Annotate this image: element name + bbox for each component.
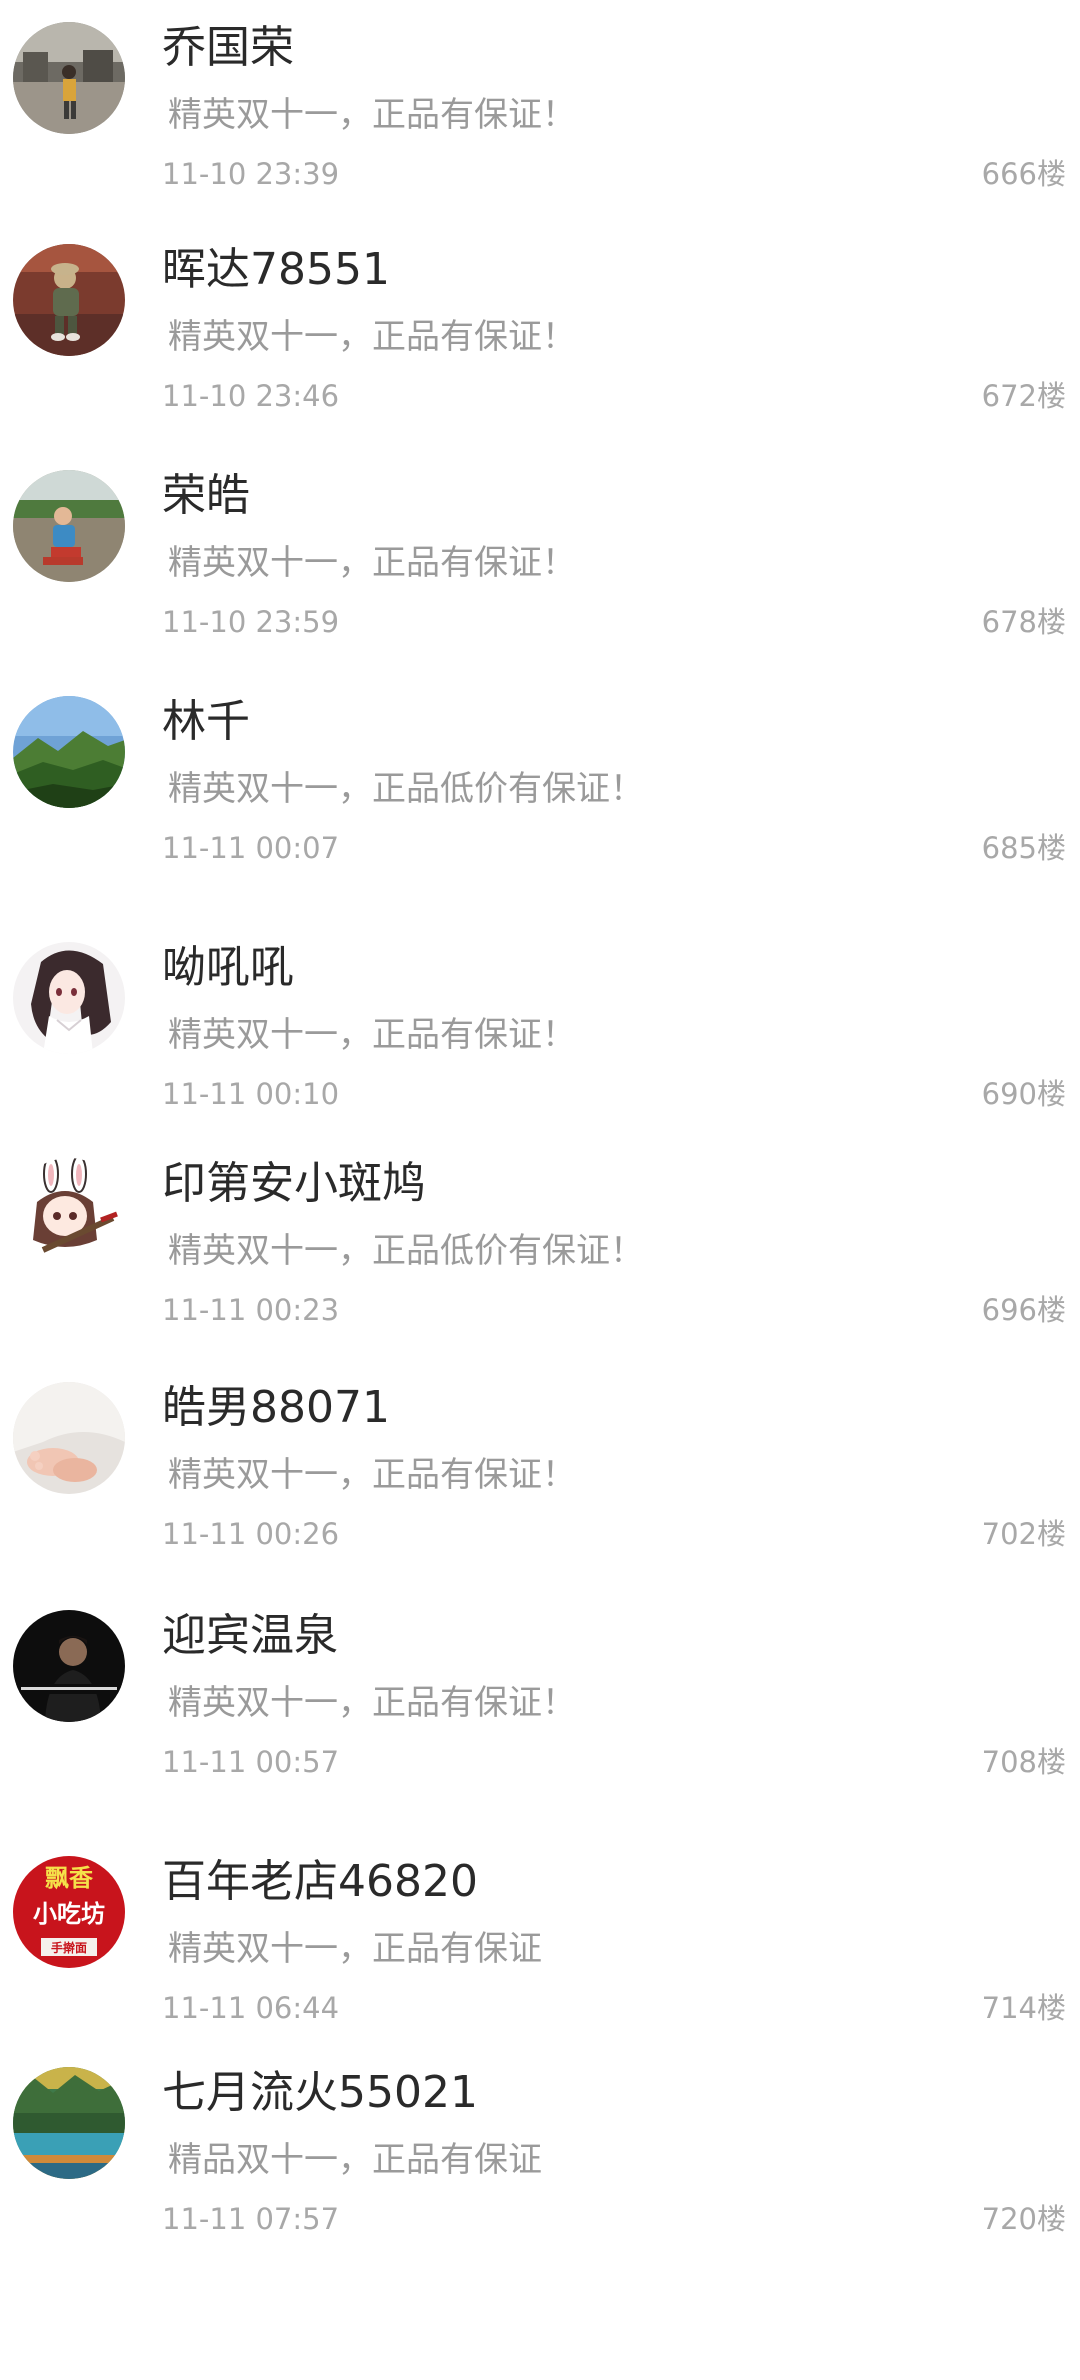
avatar[interactable] (13, 1158, 125, 1270)
username[interactable]: 乔国荣 (162, 18, 294, 78)
avatar[interactable] (13, 942, 125, 1054)
comment-text: 精英双十一，正品有保证！ (168, 1683, 576, 1723)
comment-text: 精品双十一，正品有保证 (168, 2140, 542, 2180)
username[interactable]: 林千 (162, 692, 250, 752)
mountain-landscape-icon (13, 696, 125, 808)
red-shop-sign-icon: 飘香 小吃坊 手擀面 (13, 1856, 125, 1968)
timestamp: 11-11 07:57 (162, 2202, 340, 2236)
avatar[interactable] (13, 22, 125, 134)
timestamp: 11-11 00:23 (162, 1293, 340, 1327)
username[interactable]: 皓男88071 (162, 1378, 390, 1438)
timestamp: 11-11 00:57 (162, 1745, 340, 1779)
floor-number: 672楼 (981, 379, 1066, 413)
timestamp: 11-11 00:10 (162, 1077, 340, 1111)
timestamp: 11-10 23:59 (162, 605, 340, 639)
avatar[interactable] (13, 244, 125, 356)
timestamp: 11-11 00:07 (162, 831, 340, 865)
anime-girl-icon (13, 942, 125, 1054)
username[interactable]: 荣皓 (162, 466, 250, 526)
comment-text: 精英双十一，正品有保证！ (168, 317, 576, 357)
username[interactable]: 晖达78551 (162, 240, 390, 300)
username[interactable]: 百年老店46820 (162, 1852, 478, 1912)
floor-number: 678楼 (981, 605, 1066, 639)
comment-item[interactable]: 印第安小斑鸠 精英双十一，正品低价有保证！ 11-11 00:23 696楼 (0, 1136, 1080, 1336)
person-standing-photo-icon (13, 22, 125, 134)
comment-item[interactable]: 呦吼吼 精英双十一，正品有保证！ 11-11 00:10 690楼 (0, 920, 1080, 1120)
comment-item[interactable]: 荣皓 精英双十一，正品有保证！ 11-10 23:59 678楼 (0, 448, 1080, 648)
avatar[interactable] (13, 1382, 125, 1494)
comment-text: 精英双十一，正品有保证！ (168, 543, 576, 583)
comment-item[interactable]: 迎宾温泉 精英双十一，正品有保证！ 11-11 00:57 708楼 (0, 1588, 1080, 1788)
comment-item[interactable]: 晖达78551 精英双十一，正品有保证！ 11-10 23:46 672楼 (0, 222, 1080, 422)
avatar[interactable] (13, 470, 125, 582)
sign-text-bottom: 手擀面 (51, 1940, 87, 1955)
comment-list: 乔国荣 精英双十一，正品有保证！ 11-10 23:39 666楼 晖达7855… (0, 0, 1080, 2380)
lake-landscape-icon (13, 2067, 125, 2179)
floor-number: 666楼 (981, 157, 1066, 191)
child-photo-icon (13, 244, 125, 356)
comment-text: 精英双十一，正品有保证！ (168, 1455, 576, 1495)
avatar[interactable] (13, 2067, 125, 2179)
floor-number: 714楼 (981, 1991, 1066, 2025)
floor-number: 690楼 (981, 1077, 1066, 1111)
floor-number: 720楼 (981, 2202, 1066, 2236)
comment-text: 精英双十一，正品有保证！ (168, 1015, 576, 1055)
timestamp: 11-10 23:46 (162, 379, 340, 413)
avatar[interactable]: 飘香 小吃坊 手擀面 (13, 1856, 125, 1968)
username[interactable]: 七月流火55021 (162, 2063, 478, 2123)
avatar[interactable] (13, 696, 125, 808)
avatar[interactable] (13, 1610, 125, 1722)
sign-text-top: 飘香 (45, 1864, 94, 1892)
child-outdoor-photo-icon (13, 470, 125, 582)
floor-number: 685楼 (981, 831, 1066, 865)
comment-item[interactable]: 七月流火55021 精品双十一，正品有保证 11-11 07:57 720楼 (0, 2045, 1080, 2245)
timestamp: 11-11 00:26 (162, 1517, 340, 1551)
man-portrait-dark-icon (13, 1610, 125, 1722)
floor-number: 702楼 (981, 1517, 1066, 1551)
comment-text: 精英双十一，正品有保证！ (168, 95, 576, 135)
timestamp: 11-10 23:39 (162, 157, 340, 191)
sign-text-middle: 小吃坊 (33, 1900, 105, 1928)
comment-text: 精英双十一，正品有保证 (168, 1929, 542, 1969)
baby-feet-icon (13, 1382, 125, 1494)
comment-item[interactable]: 林千 精英双十一，正品低价有保证！ 11-11 00:07 685楼 (0, 674, 1080, 874)
username[interactable]: 印第安小斑鸠 (162, 1154, 426, 1214)
comment-item[interactable]: 乔国荣 精英双十一，正品有保证！ 11-10 23:39 666楼 (0, 0, 1080, 200)
timestamp: 11-11 06:44 (162, 1991, 340, 2025)
comment-item[interactable]: 飘香 小吃坊 手擀面 百年老店46820 精英双十一，正品有保证 11-11 0… (0, 1834, 1080, 2034)
comment-item[interactable]: 皓男88071 精英双十一，正品有保证！ 11-11 00:26 702楼 (0, 1360, 1080, 1560)
username[interactable]: 呦吼吼 (162, 938, 294, 998)
username[interactable]: 迎宾温泉 (162, 1606, 338, 1666)
comment-text: 精英双十一，正品低价有保证！ (168, 1231, 644, 1271)
cartoon-bunny-girl-icon (13, 1158, 125, 1270)
floor-number: 696楼 (981, 1293, 1066, 1327)
comment-text: 精英双十一，正品低价有保证！ (168, 769, 644, 809)
floor-number: 708楼 (981, 1745, 1066, 1779)
